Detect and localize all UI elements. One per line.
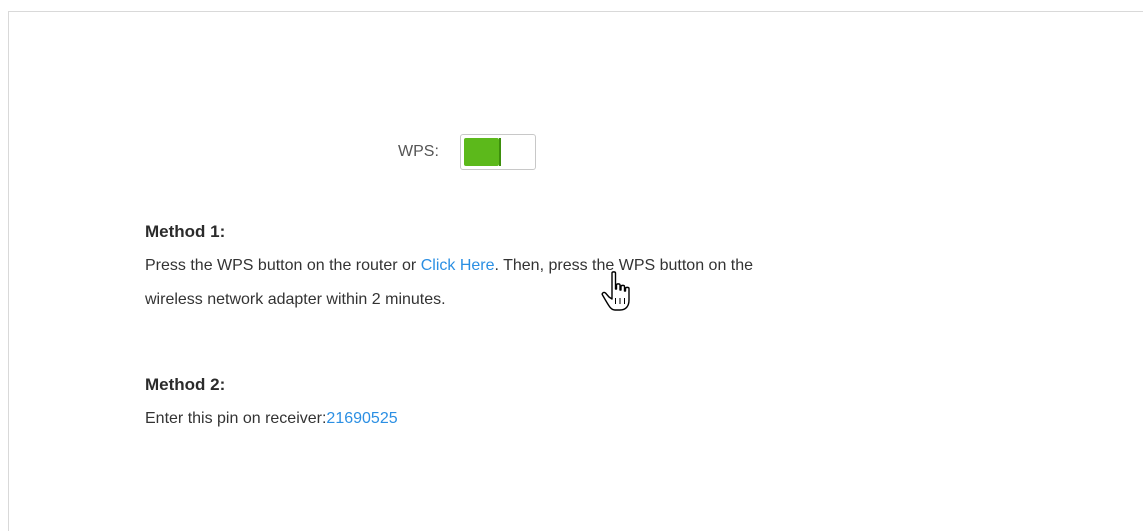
wps-row: WPS: [398,134,536,170]
method-2-title: Method 2: [145,375,226,394]
method-2-text: Enter this pin on receiver: [145,410,327,427]
method-1-section: Method 1: Press the WPS button on the ro… [145,215,753,317]
method-2-description: Enter this pin on receiver:21690525 [145,402,398,436]
hand-pointer-icon [601,271,630,311]
wps-toggle[interactable] [459,134,536,170]
method-1-text-before-link: Press the WPS button on the router or [145,257,421,274]
method-1-description: Press the WPS button on the router or Cl… [145,249,753,283]
click-here-link[interactable]: Click Here [421,257,495,274]
method-1-title: Method 1: [145,222,226,241]
method-1-description-line2: wireless network adapter within 2 minute… [145,291,446,308]
method-2-section: Method 2: Enter this pin on receiver:216… [145,368,398,436]
wps-label: WPS: [398,143,439,160]
wps-pin-value: 21690525 [326,410,398,427]
wps-toggle-knob [463,138,501,166]
